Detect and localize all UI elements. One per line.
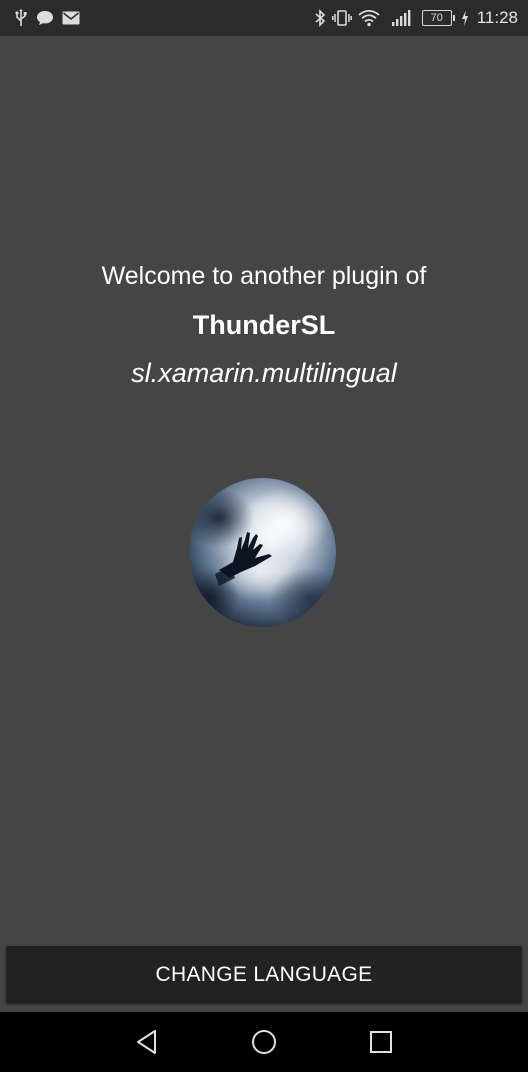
signal-icon (391, 10, 412, 26)
status-bar-notifications (14, 9, 80, 27)
charging-icon (461, 10, 469, 26)
mail-icon (62, 11, 80, 25)
back-icon[interactable] (117, 1012, 177, 1072)
welcome-text: Welcome to another plugin of (101, 262, 427, 290)
thunder-logo-image (189, 478, 336, 627)
usb-icon (14, 9, 28, 27)
battery-indicator: 70 (421, 10, 455, 26)
vibrate-icon (331, 9, 352, 27)
brand-title: ThunderSL (192, 310, 336, 340)
recents-icon[interactable] (351, 1012, 411, 1072)
status-bar-system: 70 11:28 (314, 8, 518, 28)
main-content: Welcome to another plugin of ThunderSL s… (0, 36, 528, 944)
package-name: sl.xamarin.multilingual (131, 358, 397, 388)
home-icon[interactable] (234, 1012, 294, 1072)
navigation-bar (0, 1012, 528, 1072)
battery-nub (452, 15, 455, 21)
status-bar: 70 11:28 (0, 0, 528, 36)
change-language-button[interactable]: CHANGE LANGUAGE (6, 946, 522, 1003)
battery-level: 70 (421, 10, 452, 26)
chat-icon (36, 10, 54, 26)
bluetooth-icon (314, 9, 326, 27)
status-time: 11:28 (476, 8, 518, 27)
wifi-icon (358, 9, 380, 27)
